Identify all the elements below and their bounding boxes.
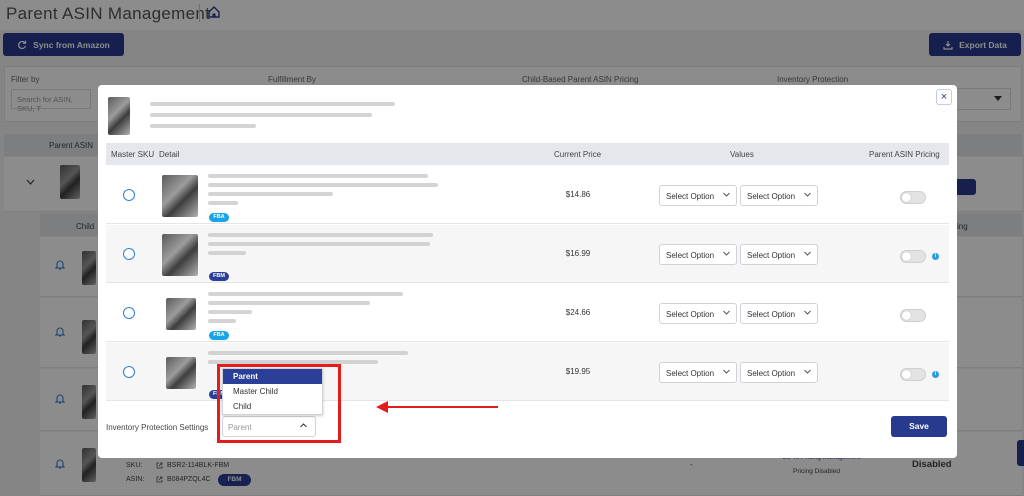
highlight-box <box>217 364 341 443</box>
chevron-down-icon <box>723 310 730 315</box>
value-select-1[interactable]: Select Option <box>659 303 737 324</box>
table-row: FBM $16.99 Select Option Select Option i <box>106 225 949 283</box>
value-select-text: Select Option <box>747 192 796 201</box>
info-icon[interactable]: i <box>932 253 939 260</box>
value-select-2[interactable]: Select Option <box>740 244 818 265</box>
master-sku-radio[interactable] <box>123 307 135 319</box>
parent-asin-pricing-toggle[interactable] <box>900 368 926 381</box>
product-title-blurred <box>208 242 430 246</box>
product-image <box>162 175 198 217</box>
current-price: $24.66 <box>565 308 591 317</box>
chevron-down-icon <box>723 251 730 256</box>
value-select-text: Select Option <box>666 310 715 319</box>
close-button[interactable]: × <box>936 89 952 105</box>
save-button[interactable]: Save <box>891 416 947 437</box>
value-select-text: Select Option <box>666 251 715 260</box>
chevron-down-icon <box>723 369 730 374</box>
product-title-blurred <box>208 233 433 237</box>
table-row: FBA $14.86 Select Option Select Option <box>106 166 949 224</box>
product-sku-blurred <box>208 251 246 255</box>
parent-title-blurred <box>150 113 372 117</box>
info-icon[interactable]: i <box>932 371 939 378</box>
product-title-blurred <box>208 292 403 296</box>
inventory-protection-settings-label: Inventory Protection Settings <box>106 423 209 432</box>
value-select-text: Select Option <box>666 369 715 378</box>
value-select-text: Select Option <box>747 310 796 319</box>
value-select-2[interactable]: Select Option <box>740 303 818 324</box>
product-title-blurred <box>208 351 408 355</box>
product-title-blurred <box>208 301 370 305</box>
master-sku-radio[interactable] <box>123 189 135 201</box>
product-image <box>166 298 196 330</box>
fulfillment-badge: FBA <box>209 331 229 340</box>
product-sku-blurred <box>208 319 236 323</box>
chevron-down-icon <box>804 251 811 256</box>
annotation-arrow-head <box>376 401 388 413</box>
master-sku-radio[interactable] <box>123 366 135 378</box>
fulfillment-badge: FBA <box>209 213 229 222</box>
value-select-text: Select Option <box>747 251 796 260</box>
parent-asin-pricing-toggle[interactable] <box>900 250 926 263</box>
chevron-down-icon <box>804 310 811 315</box>
value-select-2[interactable]: Select Option <box>740 185 818 206</box>
product-image <box>162 234 198 276</box>
annotation-arrow <box>387 406 498 408</box>
parent-asin-pricing-toggle[interactable] <box>900 191 926 204</box>
product-title-blurred <box>208 192 333 196</box>
product-sku-blurred <box>208 310 252 314</box>
chevron-down-icon <box>804 369 811 374</box>
product-sku-blurred <box>208 201 238 205</box>
product-title-blurred <box>208 183 438 187</box>
value-select-1[interactable]: Select Option <box>659 185 737 206</box>
master-sku-radio[interactable] <box>123 248 135 260</box>
value-select-text: Select Option <box>666 192 715 201</box>
parent-asin-pricing-header: Parent ASIN Pricing <box>869 150 940 159</box>
value-select-text: Select Option <box>747 369 796 378</box>
value-select-1[interactable]: Select Option <box>659 362 737 383</box>
chevron-down-icon <box>804 192 811 197</box>
current-price: $19.95 <box>565 367 591 376</box>
fulfillment-badge: FBM <box>209 272 229 281</box>
product-image <box>166 357 196 389</box>
parent-title-blurred <box>150 124 256 128</box>
parent-title-blurred <box>150 102 395 106</box>
master-sku-header: Master SKU <box>111 150 155 159</box>
value-select-2[interactable]: Select Option <box>740 362 818 383</box>
parent-product-image <box>108 97 130 135</box>
current-price: $14.86 <box>565 190 591 199</box>
value-select-1[interactable]: Select Option <box>659 244 737 265</box>
table-row: FBA $24.66 Select Option Select Option <box>106 284 949 342</box>
modal-table-header: Master SKU Detail Current Price Values P… <box>106 143 949 165</box>
detail-header: Detail <box>159 150 180 159</box>
values-header: Values <box>730 150 754 159</box>
current-price: $16.99 <box>565 249 591 258</box>
product-title-blurred <box>208 174 428 178</box>
current-price-header: Current Price <box>554 150 602 159</box>
chevron-down-icon <box>723 192 730 197</box>
parent-asin-pricing-toggle[interactable] <box>900 309 926 322</box>
